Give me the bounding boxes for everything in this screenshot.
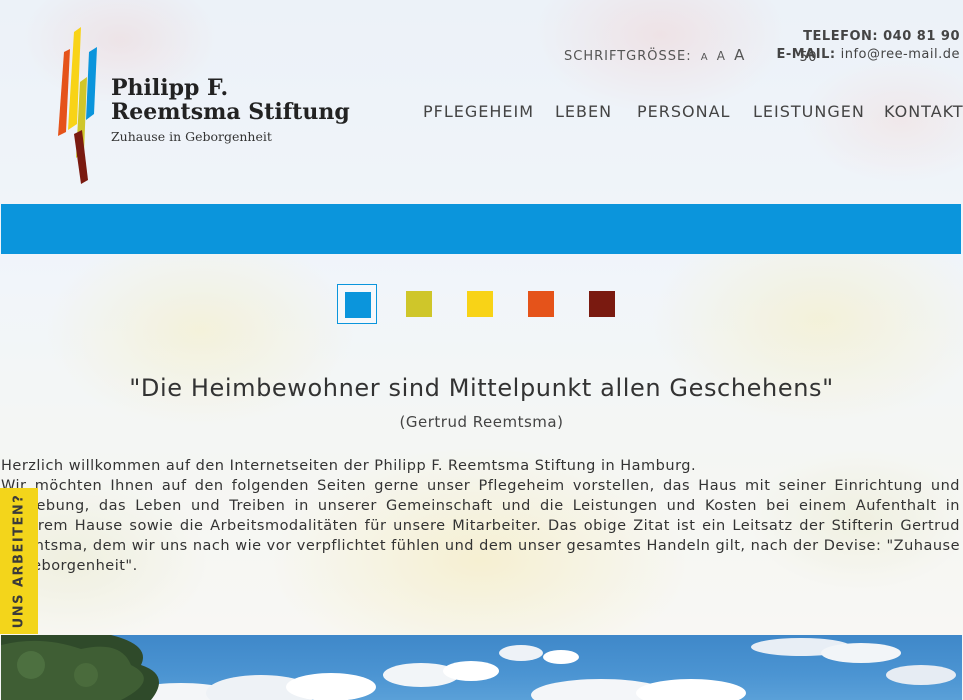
bottom-banner-image [1,635,962,700]
color-selector [337,284,627,326]
nav-item-personal[interactable]: PERSONAL [637,102,730,121]
color-option-maroon[interactable] [582,284,622,324]
logo-title-line2: Reemtsma Stiftung [111,99,350,125]
main-nav: PFLEGEHEIM LEBEN PERSONAL LEISTUNGEN KON… [423,102,963,126]
email-link[interactable]: info@ree-mail.de [841,47,960,62]
color-option-lime[interactable] [399,284,439,324]
email-row: E-MAIL: info@ree-mail.de 50 [770,46,960,65]
font-size-medium-button[interactable]: A [717,49,725,63]
intro-line1: Herzlich willkommen auf den Internetseit… [1,458,697,474]
font-size-control: SCHRIFTGRÖSSE: A A A [564,46,744,64]
color-option-yellow[interactable] [460,284,500,324]
nav-item-pflegeheim[interactable]: PFLEGEHEIM [423,102,534,121]
font-size-label: SCHRIFTGRÖSSE: [564,49,692,64]
contact-info: TELEFON: 040 81 90 E-MAIL: info@ree-mail… [770,28,960,65]
logo-title-line1: Philipp F. [111,75,229,101]
phone-overflow: 50 [799,50,817,65]
color-swatch-lime [406,291,432,317]
jobs-side-tab[interactable]: UNS ARBEITEN? [0,488,38,634]
font-size-large-button[interactable]: A [734,46,744,64]
quote-text: "Die Heimbewohner sind Mittelpunkt allen… [129,374,834,402]
logo[interactable]: Philipp F. Reemtsma Stiftung Zuhause in … [52,22,350,187]
color-option-orange[interactable] [521,284,561,324]
color-option-blue[interactable] [337,284,377,324]
accent-band [1,204,961,254]
nav-item-leistungen[interactable]: LEISTUNGEN [753,102,865,121]
phone-row: TELEFON: 040 81 90 [770,28,960,46]
color-swatch-orange [528,291,554,317]
intro-paragraph: Wir möchten Ihnen auf den folgenden Seit… [1,478,960,574]
phone-number: TELEFON: 040 81 90 [803,29,960,44]
color-swatch-yellow [467,291,493,317]
nav-item-leben[interactable]: LEBEN [555,102,612,121]
logo-subtitle: Zuhause in Geborgenheit [111,129,272,144]
intro-text: Herzlich willkommen auf den Internetseit… [1,456,960,576]
quote-author: (Gertrud Reemtsma) [399,413,564,431]
jobs-side-tab-label: UNS ARBEITEN? [11,493,27,629]
font-size-small-button[interactable]: A [701,52,708,63]
color-swatch-maroon [589,291,615,317]
logo-stripes-icon [58,27,97,184]
color-swatch-blue [345,292,371,318]
sky-trees-illustration [1,635,956,700]
nav-item-kontakt[interactable]: KONTAKT [884,102,963,121]
